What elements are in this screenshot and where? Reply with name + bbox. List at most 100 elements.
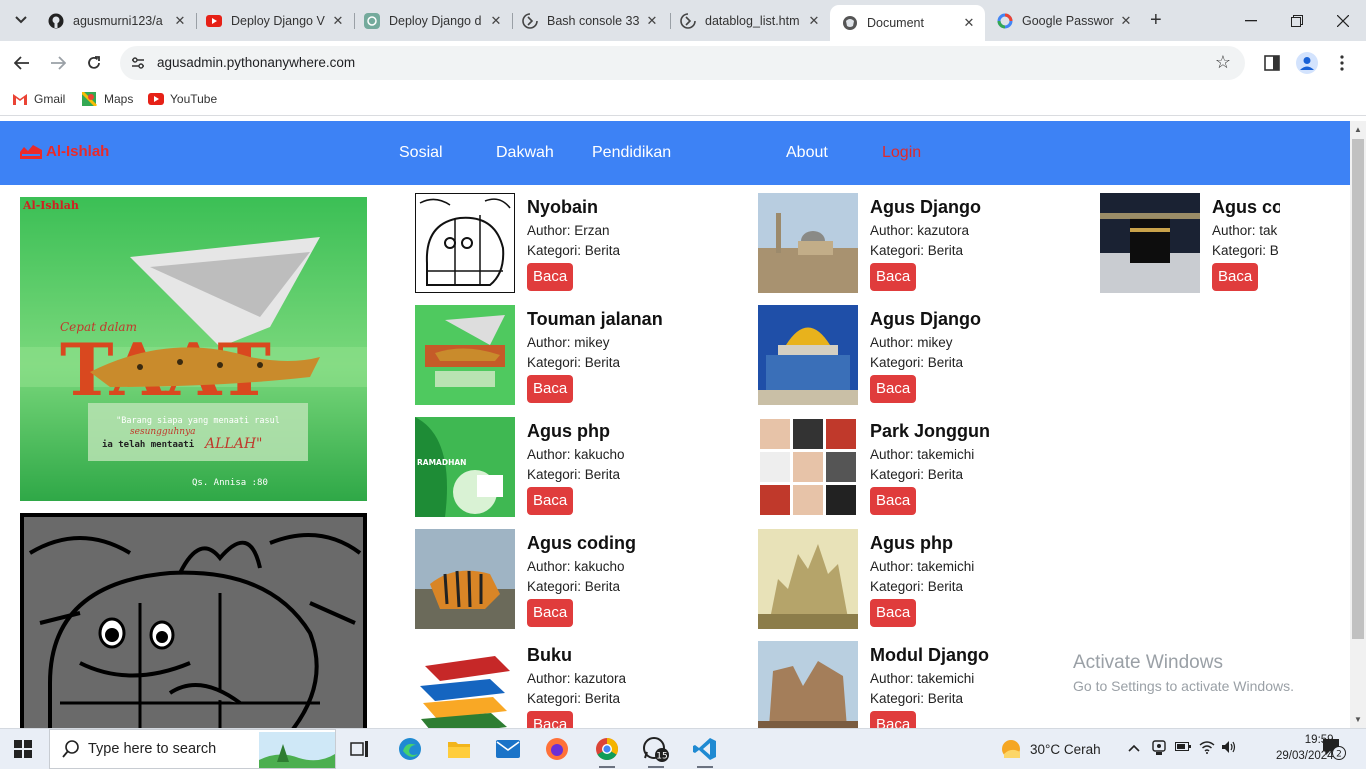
close-window-button[interactable] [1320,0,1366,41]
tab-bash-console[interactable]: Bash console 33 ✕ [510,5,668,36]
post-thumbnail[interactable] [758,193,858,293]
featured-poster-whale[interactable] [20,513,367,728]
close-icon[interactable]: ✕ [170,13,190,29]
post-thumbnail[interactable] [415,529,515,629]
speaker-icon[interactable] [1221,740,1237,757]
post-title[interactable]: Agus Django [870,309,981,330]
taskbar-file-explorer[interactable] [439,733,479,765]
taskbar-edge[interactable] [390,733,430,765]
post-thumbnail[interactable] [758,529,858,629]
tab-google-passwords[interactable]: Google Passwor ✕ [985,5,1142,36]
post-title[interactable]: Buku [527,645,572,666]
taskbar-whatsapp[interactable]: 15 [636,733,676,768]
post-thumbnail[interactable] [415,305,515,405]
post-title[interactable]: Touman jalanan [527,309,663,330]
notification-center-button[interactable]: 2 [1322,738,1346,765]
minimize-button[interactable] [1228,0,1274,41]
ruins-photo-thumbnail [758,641,858,728]
post-title[interactable]: Agus co [1212,197,1280,218]
taskbar-mail[interactable] [488,733,528,765]
read-button[interactable]: Baca [527,599,574,627]
post-title[interactable]: Park Jonggun [870,421,990,442]
read-button[interactable]: Baca [870,599,917,627]
taskbar-chrome[interactable] [587,733,627,768]
back-button[interactable] [10,51,34,75]
post-thumbnail[interactable] [415,193,515,293]
webcam-icon[interactable] [1152,740,1166,759]
tab-github[interactable]: agusmurni123/a ✕ [36,5,196,36]
site-settings-icon[interactable] [130,55,146,71]
scrollbar-thumb[interactable] [1352,139,1364,639]
post-thumbnail[interactable] [1100,193,1200,293]
post-thumbnail[interactable] [758,641,858,728]
chevron-up-icon[interactable] [1128,740,1140,755]
read-button[interactable]: Baca [1212,263,1259,291]
tab-chatgpt[interactable]: Deploy Django d ✕ [352,5,512,36]
start-button[interactable] [14,740,32,763]
taskbar-vscode[interactable] [685,733,725,768]
post-title[interactable]: Agus Django [870,197,981,218]
featured-poster-taat[interactable]: Cepat dalam TAAT "Barang siapa yang mena… [20,197,367,501]
scroll-down-icon[interactable]: ▼ [1354,715,1362,724]
post-title[interactable]: Nyobain [527,197,598,218]
post-title[interactable]: Modul Django [870,645,989,666]
read-button[interactable]: Baca [870,711,917,728]
wifi-icon[interactable] [1199,740,1215,757]
tab-document[interactable]: Document ✕ [830,5,985,41]
taskbar-firefox[interactable] [537,733,577,765]
close-icon[interactable]: ✕ [1116,13,1136,29]
bookmark-youtube[interactable]: YouTube [148,92,217,106]
menu-login[interactable]: Login [882,144,921,162]
forward-button[interactable] [46,51,70,75]
post-thumbnail[interactable]: RAMADHAN [415,417,515,517]
restore-button[interactable] [1274,0,1320,41]
post-thumbnail[interactable] [415,641,515,728]
weather-widget[interactable]: 30°C Cerah [1000,738,1101,760]
tab-search-button[interactable] [8,7,34,33]
windows-taskbar: Type here to search 15 30°C Cerah 19:59 … [0,728,1366,769]
bookmark-gmail[interactable]: Gmail [12,92,65,106]
read-button[interactable]: Baca [527,375,574,403]
tab-title: Bash console 33 [547,13,640,28]
tab-title: datablog_list.htm [705,13,800,28]
profile-button[interactable] [1295,51,1319,75]
post-title[interactable]: Agus coding [527,533,636,554]
browser-menu-button[interactable] [1330,51,1354,75]
post-title[interactable]: Agus php [870,533,953,554]
new-tab-button[interactable]: + [1150,9,1162,32]
close-icon[interactable]: ✕ [486,13,506,29]
read-button[interactable]: Baca [527,711,574,728]
read-button[interactable]: Baca [870,263,917,291]
task-view-button[interactable] [340,733,380,765]
bookmark-star-icon[interactable]: ☆ [1215,52,1231,73]
close-icon[interactable]: ✕ [328,13,348,29]
bookmark-maps[interactable]: Maps [82,92,133,106]
menu-pendidikan[interactable]: Pendidikan [592,144,671,162]
tab-datablog-list[interactable]: datablog_list.htm ✕ [668,5,830,36]
reload-button[interactable] [82,51,106,75]
post-thumbnail[interactable] [758,305,858,405]
scroll-up-icon[interactable]: ▲ [1354,125,1362,134]
post-category: Kategori: Berita [870,467,964,482]
taskbar-search-box[interactable]: Type here to search [49,729,336,769]
battery-icon[interactable] [1175,740,1191,755]
url-text[interactable]: agusadmin.pythonanywhere.com [157,55,355,70]
read-button[interactable]: Baca [870,487,917,515]
read-button[interactable]: Baca [527,487,574,515]
post-title[interactable]: Agus php [527,421,610,442]
post-thumbnail[interactable] [758,417,858,517]
menu-dakwah[interactable]: Dakwah [496,144,554,162]
close-icon[interactable]: ✕ [959,15,979,31]
bookmark-label: YouTube [170,92,218,106]
tab-youtube[interactable]: Deploy Django V ✕ [194,5,354,36]
brand-link[interactable]: Al-Ishlah [20,143,109,160]
read-button[interactable]: Baca [870,375,917,403]
read-button[interactable]: Baca [527,263,574,291]
page-scrollbar[interactable]: ▲ ▼ [1350,121,1366,728]
menu-about[interactable]: About [786,144,828,162]
menu-sosial[interactable]: Sosial [399,144,443,162]
address-bar[interactable]: agusadmin.pythonanywhere.com ☆ [120,46,1245,80]
close-icon[interactable]: ✕ [804,13,824,29]
close-icon[interactable]: ✕ [642,13,662,29]
side-panel-button[interactable] [1260,51,1284,75]
